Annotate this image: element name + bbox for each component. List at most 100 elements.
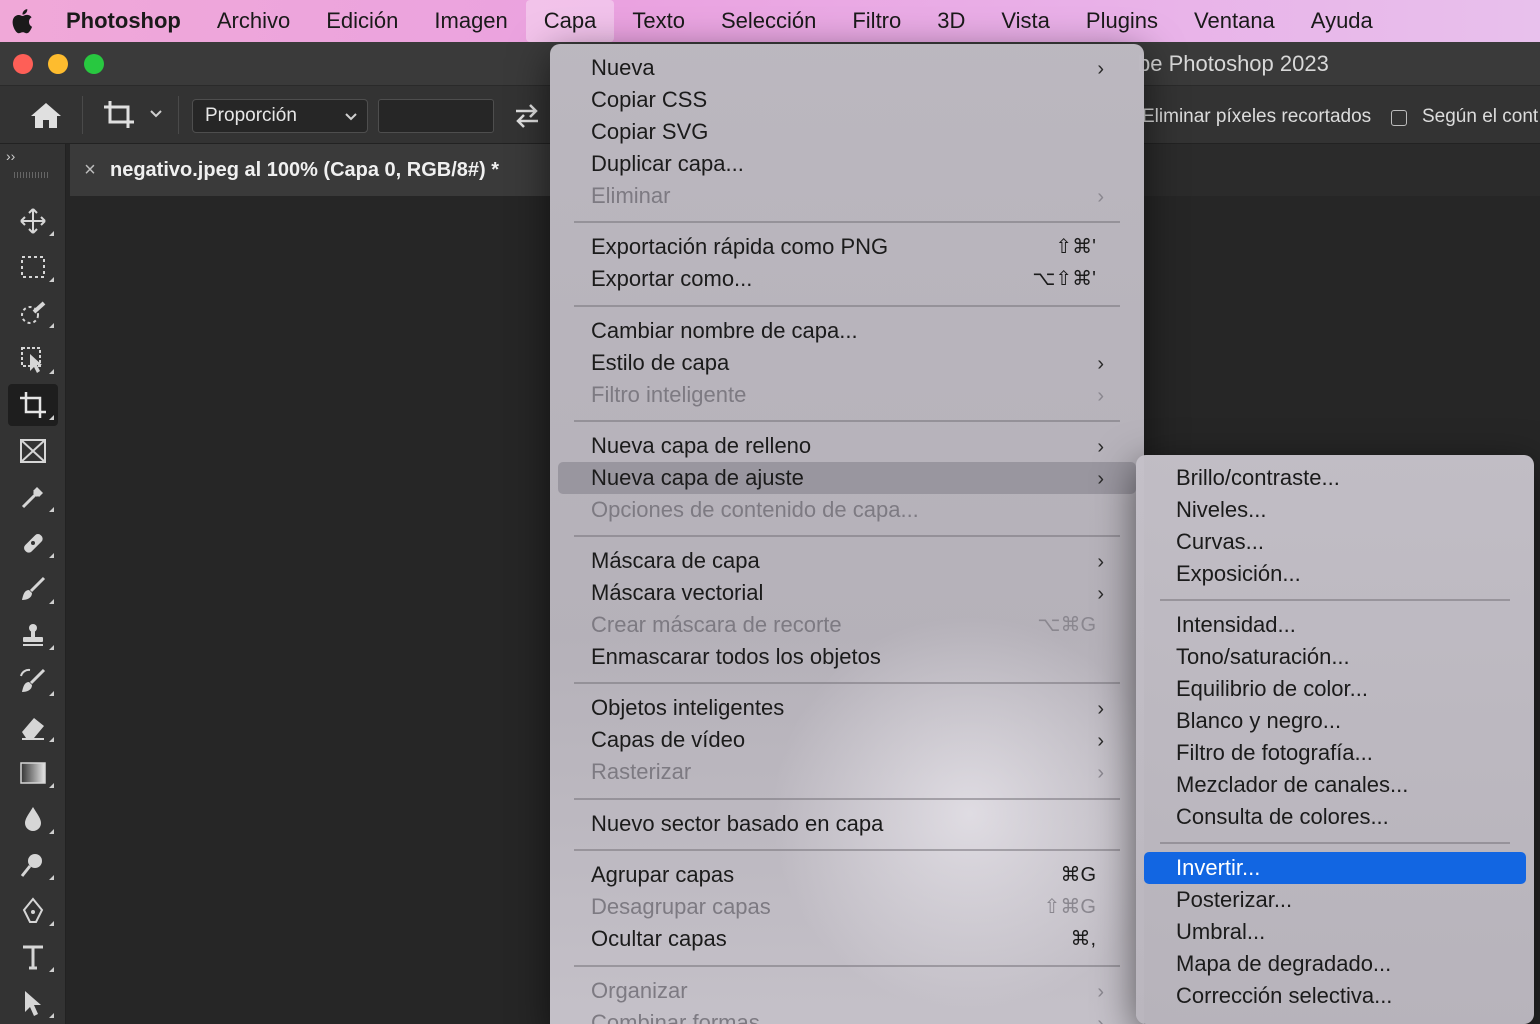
adjustment-submenu-item[interactable]: Blanco y negro... xyxy=(1144,705,1526,737)
adjustment-submenu-item[interactable]: Consulta de colores... xyxy=(1144,801,1526,833)
crop-tool[interactable] xyxy=(8,384,58,426)
keyboard-shortcut: ⇧⌘' xyxy=(1055,236,1096,258)
history-brush-tool[interactable] xyxy=(8,660,58,702)
menu-ventana[interactable]: Ventana xyxy=(1176,0,1293,42)
home-button[interactable] xyxy=(28,100,64,130)
menu-edicion[interactable]: Edición xyxy=(308,0,416,42)
chevron-right-icon: › xyxy=(1097,385,1104,407)
layer-menu-item[interactable]: Nueva capa de ajuste › xyxy=(558,462,1136,494)
move-tool[interactable] xyxy=(8,200,58,242)
adjustment-submenu-item[interactable]: Curvas... xyxy=(1144,526,1526,558)
layer-menu-item[interactable]: Enmascarar todos los objetos xyxy=(558,641,1136,673)
layer-menu-item: Desagrupar capas ⇧⌘G xyxy=(558,891,1136,923)
minimize-window-button[interactable] xyxy=(48,54,68,74)
adjustment-submenu-item[interactable]: Posterizar... xyxy=(1144,884,1526,916)
layer-menu-item[interactable]: Agrupar capas ⌘G xyxy=(558,859,1136,891)
adjustment-submenu-item[interactable]: Filtro de fotografía... xyxy=(1144,737,1526,769)
menu-texto[interactable]: Texto xyxy=(614,0,703,42)
menu-capa[interactable]: Capa xyxy=(525,0,615,42)
eraser-icon xyxy=(22,718,44,740)
adjustment-submenu-item[interactable]: Umbral... xyxy=(1144,916,1526,948)
adjustment-submenu-item[interactable]: Mezclador de canales... xyxy=(1144,769,1526,801)
layer-menu-item[interactable]: Estilo de capa › xyxy=(558,347,1136,379)
adjustment-submenu-item[interactable]: Mapa de degradado... xyxy=(1144,948,1526,980)
blur-tool[interactable] xyxy=(8,798,58,840)
collapse-panel-icon[interactable]: ›› xyxy=(6,148,15,164)
layer-menu-item[interactable]: Ocultar capas ⌘, xyxy=(558,923,1136,955)
layer-menu-item[interactable]: Exportación rápida como PNG ⇧⌘' xyxy=(558,231,1136,263)
rectangular-marquee-icon xyxy=(21,256,45,278)
layer-menu-item-label: Organizar xyxy=(591,978,688,1003)
layer-menu-item-label: Estilo de capa xyxy=(591,350,730,375)
layer-menu-item[interactable]: Exportar como... ⌥⇧⌘' xyxy=(558,263,1136,295)
menu-vista[interactable]: Vista xyxy=(983,0,1068,42)
adjustment-submenu-item[interactable]: Exposición... xyxy=(1144,558,1526,590)
layer-menu-item[interactable]: Nueva › xyxy=(558,52,1136,84)
ratio-width-input[interactable] xyxy=(378,99,494,133)
layer-menu-item[interactable]: Copiar CSS xyxy=(558,84,1136,116)
menu-filtro[interactable]: Filtro xyxy=(834,0,919,42)
zoom-window-button[interactable] xyxy=(84,54,104,74)
layer-menu-item-label: Nueva xyxy=(591,55,655,80)
layer-menu-item[interactable]: Duplicar capa... xyxy=(558,148,1136,180)
keyboard-shortcut: ⌥⇧⌘' xyxy=(1032,268,1096,290)
layer-menu-item[interactable]: Máscara de capa › xyxy=(558,545,1136,577)
menu-3d[interactable]: 3D xyxy=(919,0,983,42)
ratio-select[interactable]: Proporción xyxy=(192,99,368,133)
content-aware-checkbox[interactable] xyxy=(1391,110,1407,126)
adjustment-submenu-item[interactable]: Intensidad... xyxy=(1144,609,1526,641)
path-selection-tool[interactable] xyxy=(8,982,58,1024)
adjustment-submenu-item[interactable]: Invertir... xyxy=(1144,852,1526,884)
layer-menu-item[interactable]: Cambiar nombre de capa... xyxy=(558,315,1136,347)
adjustment-submenu-item[interactable]: Corrección selectiva... xyxy=(1144,980,1526,1012)
type-tool[interactable] xyxy=(8,936,58,978)
brush-tool[interactable] xyxy=(8,568,58,610)
layer-menu-item[interactable]: Objetos inteligentes › xyxy=(558,692,1136,724)
menu-seleccion[interactable]: Selección xyxy=(703,0,834,42)
swap-dimensions-button[interactable] xyxy=(512,102,542,130)
eraser-tool[interactable] xyxy=(8,706,58,748)
adjustment-submenu-item[interactable]: Equilibrio de color... xyxy=(1144,673,1526,705)
document-tab[interactable]: × negativo.jpeg al 100% (Capa 0, RGB/8#)… xyxy=(70,144,550,196)
menu-plugins[interactable]: Plugins xyxy=(1068,0,1176,42)
layer-menu-item[interactable]: Nueva capa de relleno › xyxy=(558,430,1136,462)
pen-tool[interactable] xyxy=(8,890,58,932)
adjustment-submenu-item[interactable]: Tono/saturación... xyxy=(1144,641,1526,673)
submenu-separator xyxy=(1160,842,1510,844)
menu-ayuda[interactable]: Ayuda xyxy=(1293,0,1391,42)
panel-grip[interactable] xyxy=(14,172,48,178)
content-aware-label[interactable]: Según el cont xyxy=(1422,106,1538,128)
adjustment-submenu-item[interactable]: Brillo/contraste... xyxy=(1144,462,1526,494)
options-separator xyxy=(178,96,179,134)
delete-cropped-pixels-label[interactable]: Eliminar píxeles recortados xyxy=(1142,106,1371,128)
menu-imagen[interactable]: Imagen xyxy=(416,0,525,42)
layer-menu-item-label: Opciones de contenido de capa... xyxy=(591,497,919,522)
menu-app-name[interactable]: Photoshop xyxy=(44,0,199,42)
layer-menu-item-label: Eliminar xyxy=(591,183,671,208)
layer-menu-item-label: Capas de vídeo xyxy=(591,727,746,752)
frame-tool[interactable] xyxy=(8,430,58,472)
close-icon[interactable]: × xyxy=(70,159,110,182)
layer-menu-item[interactable]: Máscara vectorial › xyxy=(558,577,1136,609)
chevron-right-icon: › xyxy=(1097,58,1104,80)
dodge-tool[interactable] xyxy=(8,844,58,886)
gradient-tool[interactable] xyxy=(8,752,58,794)
crop-preset-button[interactable] xyxy=(100,98,140,132)
adjustment-submenu-item[interactable]: Niveles... xyxy=(1144,494,1526,526)
object-selection-tool[interactable] xyxy=(8,338,58,380)
eyedropper-tool[interactable] xyxy=(8,476,58,518)
tool-flyout-indicator xyxy=(49,967,54,972)
layer-menu-item[interactable]: Nuevo sector basado en capa xyxy=(558,808,1136,840)
apple-icon[interactable] xyxy=(0,0,44,42)
healing-brush-tool[interactable] xyxy=(8,522,58,564)
menu-archivo[interactable]: Archivo xyxy=(199,0,308,42)
marquee-tool[interactable] xyxy=(8,246,58,288)
layer-menu-item[interactable]: Capas de vídeo › xyxy=(558,724,1136,756)
close-window-button[interactable] xyxy=(13,54,33,74)
quick-selection-tool[interactable] xyxy=(8,292,58,334)
tool-flyout-indicator xyxy=(49,599,54,604)
layer-menu-item[interactable]: Copiar SVG xyxy=(558,116,1136,148)
clone-stamp-tool[interactable] xyxy=(8,614,58,656)
chevron-down-icon[interactable] xyxy=(148,106,164,122)
layer-menu-item: Filtro inteligente › xyxy=(558,379,1136,411)
